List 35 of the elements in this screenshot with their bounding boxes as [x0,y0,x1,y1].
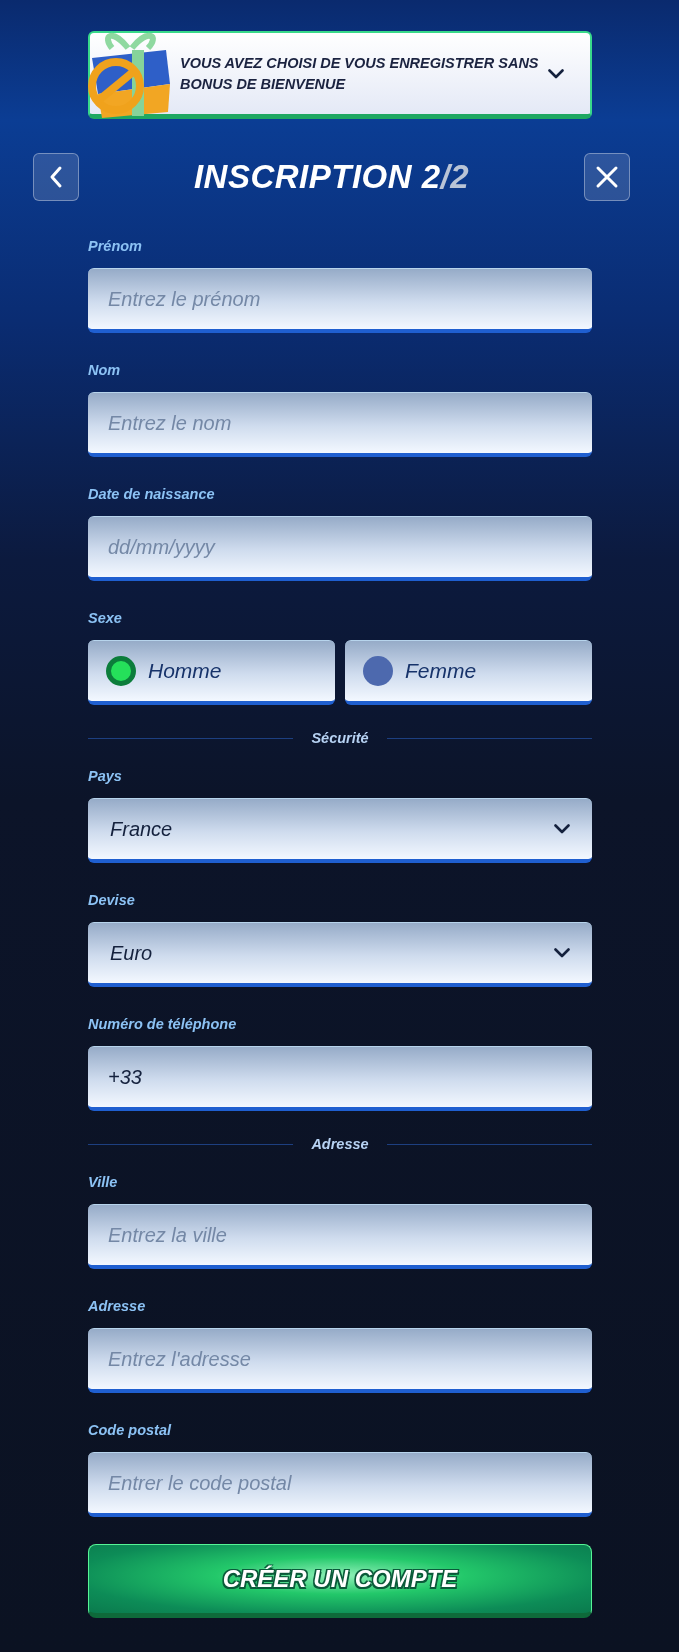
back-button[interactable] [33,153,79,201]
radio-label: Homme [148,659,222,683]
field-label: Date de naissance [88,486,216,504]
input-field[interactable]: Entrez le nom [88,392,592,457]
close-button[interactable] [584,153,630,201]
input-field[interactable]: Entrez l'adresse [88,1328,592,1393]
section-heading: Adresse [311,1136,369,1152]
field-label: Devise [88,892,136,910]
field-label: Sexe [88,610,123,628]
field-label: Adresse [88,1298,147,1316]
radio-option[interactable]: Homme [88,640,335,705]
section-heading: Sécurité [311,730,369,746]
input-field[interactable]: Entrer le code postal [88,1452,592,1517]
field-label: Pays [88,768,123,786]
field-label: Code postal [88,1422,173,1440]
radio-label: Femme [405,659,477,683]
dropdown-field[interactable]: France [88,798,592,863]
chevron-down-icon [554,824,570,834]
input-field[interactable]: Entrez le prénom [88,268,592,333]
chevron-down-icon [548,68,564,79]
chevron-down-icon [554,948,570,958]
field-label: Ville [88,1174,119,1192]
step-total: /2 [440,158,470,196]
field-label: Numéro de téléphone [88,1016,238,1034]
field-label: Nom [88,362,122,380]
radio-option[interactable]: Femme [345,640,592,705]
dropdown-field[interactable]: Euro [88,922,592,987]
banner-text: VOUS AVEZ CHOISI DE VOUS ENREGISTRER SANS BONUS DE BIENVENUE [180,54,540,94]
input-field[interactable]: dd/mm/yyyy [88,516,592,581]
field-label: Prénom [88,238,143,256]
input-field[interactable]: +33 [88,1046,592,1111]
close-icon [595,165,619,189]
input-field[interactable]: Entrez la ville [88,1204,592,1269]
bonus-banner[interactable]: VOUS AVEZ CHOISI DE VOUS ENREGISTRER SANS BONUS DE BIENVENUE [88,31,592,119]
chevron-left-icon [49,165,63,189]
